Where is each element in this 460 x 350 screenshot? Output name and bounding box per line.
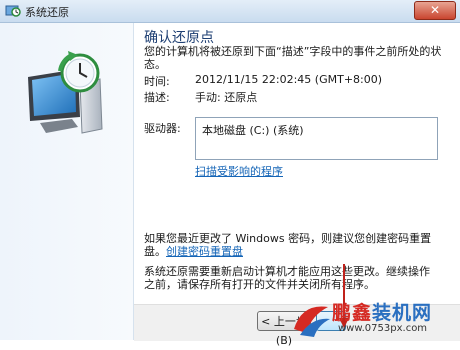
system-restore-hero-icon xyxy=(28,51,103,134)
drives-label: 驱动器: xyxy=(144,122,181,135)
watermark: 鹏鑫装机网 www.0753px.com xyxy=(290,298,460,340)
window-title: 系统还原 xyxy=(25,6,69,19)
drive-item[interactable]: 本地磁盘 (C:) (系统) xyxy=(202,122,304,138)
description-value: 手动: 还原点 xyxy=(195,91,258,104)
time-label: 时间: xyxy=(144,75,170,88)
watermark-brand-red: 鹏鑫 xyxy=(332,302,373,324)
system-restore-icon xyxy=(5,5,21,17)
password-reset-notice: 如果您最近更改了 Windows 密码，则建议您创建密码重置盘。创建密码重置盘 xyxy=(144,232,434,258)
create-password-reset-disk-link[interactable]: 创建密码重置盘 xyxy=(166,245,243,258)
page-heading: 确认还原点 xyxy=(144,30,214,46)
watermark-url: www.0753px.com xyxy=(338,323,428,334)
close-button[interactable]: ✕ xyxy=(414,1,456,20)
watermark-brand-blue: 装机网 xyxy=(372,302,433,324)
left-panel xyxy=(0,23,134,340)
description-label: 描述: xyxy=(144,91,170,104)
watermark-logo-icon xyxy=(294,306,330,337)
restart-warning: 系统还原需要重新启动计算机才能应用这些更改。继续操作之前，请保存所有打开的文件并… xyxy=(144,265,430,291)
title-bar[interactable]: 系统还原 ✕ xyxy=(0,0,460,23)
page-description: 您的计算机将被还原到下面“描述”字段中的事件之前所处的状态。 xyxy=(144,45,442,71)
watermark-brand: 鹏鑫装机网 xyxy=(332,298,432,325)
time-value: 2012/11/15 22:02:45 (GMT+8:00) xyxy=(195,73,383,86)
scan-affected-programs-link[interactable]: 扫描受影响的程序 xyxy=(195,163,283,179)
drives-list[interactable]: 本地磁盘 (C:) (系统) xyxy=(195,117,438,160)
